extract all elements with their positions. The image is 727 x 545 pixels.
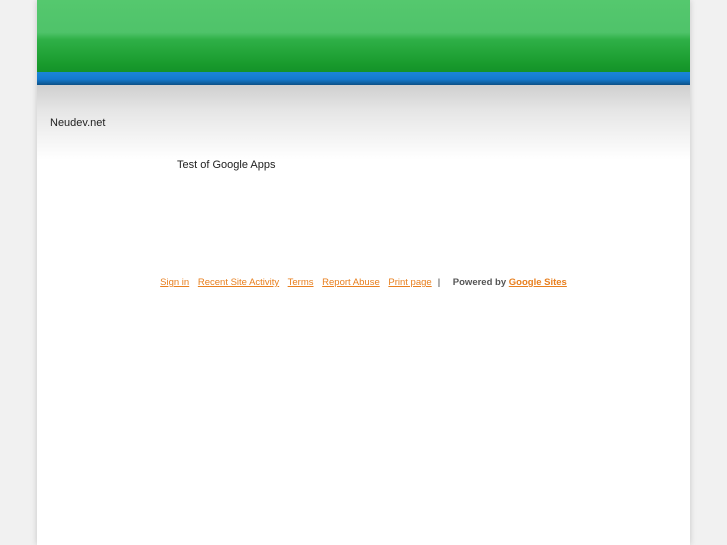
recent-site-activity-link[interactable]: Recent Site Activity [198,277,279,288]
footer-separator: | [437,277,441,288]
google-sites-link[interactable]: Google Sites [509,277,567,288]
footer: Sign in Recent Site Activity Terms Repor… [37,277,690,288]
header-banner [37,0,690,72]
header-band [37,85,690,160]
site-title-link[interactable]: Neudev.net [50,117,105,129]
page-container: Neudev.net Test of Google Apps Sign in R… [37,0,690,545]
sign-in-link[interactable]: Sign in [160,277,189,288]
page-content-text: Test of Google Apps [177,159,276,171]
report-abuse-link[interactable]: Report Abuse [322,277,380,288]
powered-by-label: Powered by [452,277,507,288]
header-stripe [37,72,690,85]
terms-link[interactable]: Terms [288,277,314,288]
print-page-link[interactable]: Print page [388,277,431,288]
